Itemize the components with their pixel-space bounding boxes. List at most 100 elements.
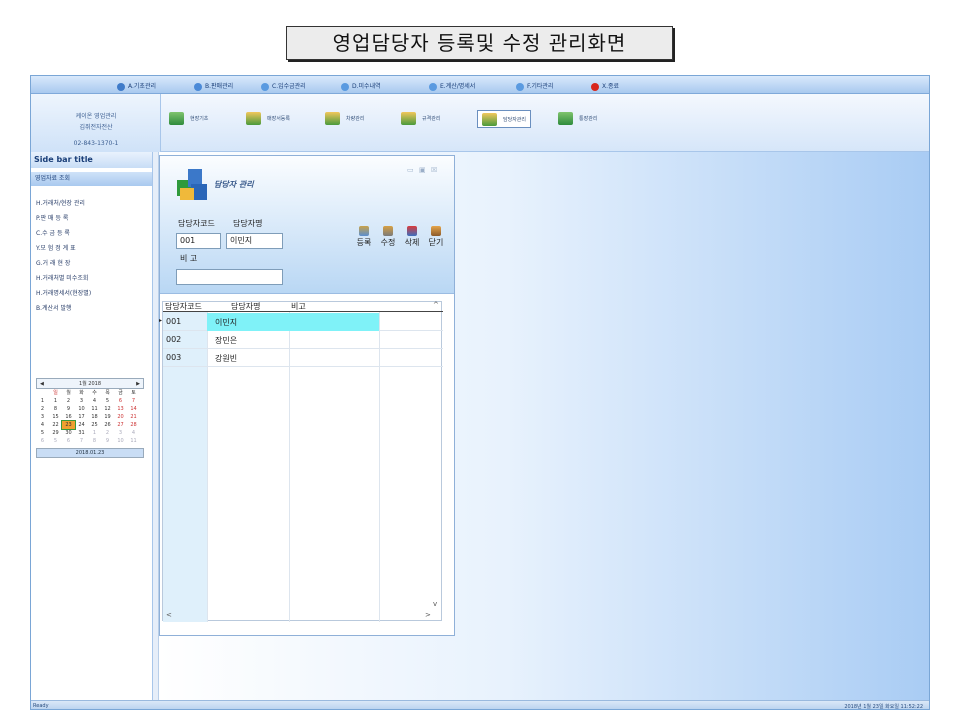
main-menubar: A.기초관리 B.판매관리 C.입수금관리 D.미수내역 E.계산/명세서 F.…: [31, 76, 929, 94]
calendar-day[interactable]: 27: [114, 421, 127, 429]
calendar-day[interactable]: 28: [127, 421, 140, 429]
calendar-day[interactable]: 22: [49, 421, 62, 429]
register-button[interactable]: 등록: [354, 226, 374, 248]
maximize-button[interactable]: ▣: [419, 166, 426, 174]
code-input[interactable]: 001: [176, 233, 221, 249]
calendar-day[interactable]: 5: [49, 437, 62, 445]
calendar-day[interactable]: 21: [127, 413, 140, 421]
screen-caption: 영업담당자 등록및 수정 관리화면: [286, 26, 673, 60]
calendar-day[interactable]: 10: [114, 437, 127, 445]
note-label: 비 고: [180, 254, 198, 263]
sidebar-section[interactable]: 영업자료 조회: [31, 172, 152, 186]
toolbar-manager[interactable]: 담당자관리: [477, 110, 532, 128]
toolbar-bankbook[interactable]: 통장관리: [558, 110, 597, 128]
edit-button[interactable]: 수정: [378, 226, 398, 248]
scroll-up-button[interactable]: ^: [433, 301, 439, 309]
calendar-day[interactable]: 3: [75, 397, 88, 405]
weekday-label: 월: [66, 390, 71, 396]
menu-basic[interactable]: A.기초관리: [117, 81, 156, 91]
table-row[interactable]: ▸ 001 이민지: [159, 313, 443, 331]
week-number: 6: [40, 438, 45, 444]
calendar-month: 1월 2018: [78, 381, 102, 387]
menu-exit[interactable]: X.종료: [591, 81, 619, 91]
calendar-day[interactable]: 5: [101, 397, 114, 405]
calendar-day[interactable]: 23: [61, 420, 76, 430]
calendar-prev-button[interactable]: ◀: [40, 379, 44, 389]
calendar-day[interactable]: 2: [101, 429, 114, 437]
calendar-day[interactable]: 15: [49, 413, 62, 421]
calendar-day[interactable]: 13: [114, 405, 127, 413]
calendar-day[interactable]: 3: [114, 429, 127, 437]
calendar-day[interactable]: 20: [114, 413, 127, 421]
calendar-day[interactable]: 18: [88, 413, 101, 421]
note-input[interactable]: [176, 269, 283, 285]
toolbar-store-register[interactable]: 매장서등록: [246, 110, 290, 128]
company-info: 케이온 영업관리 김쥐전자전산 02-843-1370-1: [31, 94, 161, 152]
calendar-selected-date[interactable]: 2018.01.23: [36, 448, 144, 458]
sidebar-item-collection[interactable]: C.수 금 등 록: [36, 226, 152, 241]
calendar-next-button[interactable]: ▶: [136, 379, 140, 389]
scroll-left-button[interactable]: <: [166, 611, 172, 619]
toolbar-site-basic[interactable]: 현장기초: [169, 110, 208, 128]
sidebar-item-statement[interactable]: H.거래명세서(현장별): [36, 286, 152, 301]
weekday-label: 토: [131, 390, 136, 396]
menu-etc[interactable]: F.기타관리: [516, 81, 553, 91]
calendar-day[interactable]: 11: [127, 437, 140, 445]
calendar-day[interactable]: 1: [49, 397, 62, 405]
close-window-button[interactable]: ☒: [431, 166, 437, 174]
calendar-day[interactable]: 12: [101, 405, 114, 413]
calendar-day[interactable]: 14: [127, 405, 140, 413]
calendar-day[interactable]: 8: [88, 437, 101, 445]
calendar-day[interactable]: 19: [101, 413, 114, 421]
calendar-day[interactable]: 30: [62, 429, 75, 437]
column-header[interactable]: 비고: [291, 301, 306, 312]
toolbar-vehicle[interactable]: 차량관리: [325, 110, 364, 128]
calendar-day[interactable]: 11: [88, 405, 101, 413]
calendar-day[interactable]: 8: [49, 405, 62, 413]
calendar-day[interactable]: 4: [127, 429, 140, 437]
row-indicator-icon: ▸: [159, 317, 163, 324]
scroll-right-button[interactable]: >: [425, 611, 431, 619]
menu-unpaid[interactable]: D.미수내역: [341, 81, 381, 91]
sidebar-item-sales[interactable]: P.판 매 등 록: [36, 211, 152, 226]
manager-grid[interactable]: 담당자코드 담당자명 비고 ▸ 001 이민지 002 장민은 003 강원빈 …: [159, 301, 443, 622]
calendar-day[interactable]: 31: [75, 429, 88, 437]
calendar-day[interactable]: 24: [75, 421, 88, 429]
sidebar-item-customer[interactable]: H.거래처/현장 관리: [36, 196, 152, 211]
scroll-down-button[interactable]: v: [433, 600, 437, 608]
calendar-day[interactable]: 2: [62, 397, 75, 405]
calendar-day[interactable]: 9: [62, 405, 75, 413]
sidebar-item-site[interactable]: G.거 래 현 장: [36, 256, 152, 271]
calendar-day[interactable]: 6: [62, 437, 75, 445]
table-row[interactable]: 002 장민은: [163, 331, 443, 349]
menu-sales[interactable]: B.판매관리: [194, 81, 233, 91]
minimize-button[interactable]: ▭: [407, 166, 414, 174]
calendar-day[interactable]: 25: [88, 421, 101, 429]
column-header[interactable]: 담당자명: [231, 301, 260, 312]
calendar-day[interactable]: 17: [75, 413, 88, 421]
calendar-day[interactable]: 10: [75, 405, 88, 413]
calendar-day[interactable]: 4: [88, 397, 101, 405]
calendar-day[interactable]: 9: [101, 437, 114, 445]
column-header[interactable]: 담당자코드: [165, 301, 202, 312]
menu-invoice[interactable]: E.계산/명세서: [429, 81, 475, 91]
calendar-day[interactable]: 1: [88, 429, 101, 437]
menu-collection[interactable]: C.입수금관리: [261, 81, 306, 91]
calendar-day[interactable]: 7: [127, 397, 140, 405]
calendar-day[interactable]: 16: [62, 413, 75, 421]
calendar-day[interactable]: 26: [101, 421, 114, 429]
calendar-day[interactable]: 29: [49, 429, 62, 437]
delete-button[interactable]: 삭제: [402, 226, 422, 248]
sidebar-item-taxbill[interactable]: B.계산서 발행: [36, 301, 152, 316]
calendar-day[interactable]: 6: [114, 397, 127, 405]
calendar-day[interactable]: 7: [75, 437, 88, 445]
close-button[interactable]: 닫기: [426, 226, 446, 248]
toolbar-spec[interactable]: 규격관리: [401, 110, 440, 128]
calendar-week-row: 5 29 30 31 1 2 3 4: [36, 429, 144, 437]
sidebar-item-estimate[interactable]: Y.모 험 정 계 표: [36, 241, 152, 256]
sidebar-item-unpaid[interactable]: H.거래처별 미수조회: [36, 271, 152, 286]
cell-code: 003: [166, 353, 182, 362]
sidebar: Side bar title 영업자료 조회 H.거래처/현장 관리 P.판 매…: [31, 152, 153, 709]
name-input[interactable]: 이민지: [226, 233, 283, 249]
table-row[interactable]: 003 강원빈: [163, 349, 443, 367]
